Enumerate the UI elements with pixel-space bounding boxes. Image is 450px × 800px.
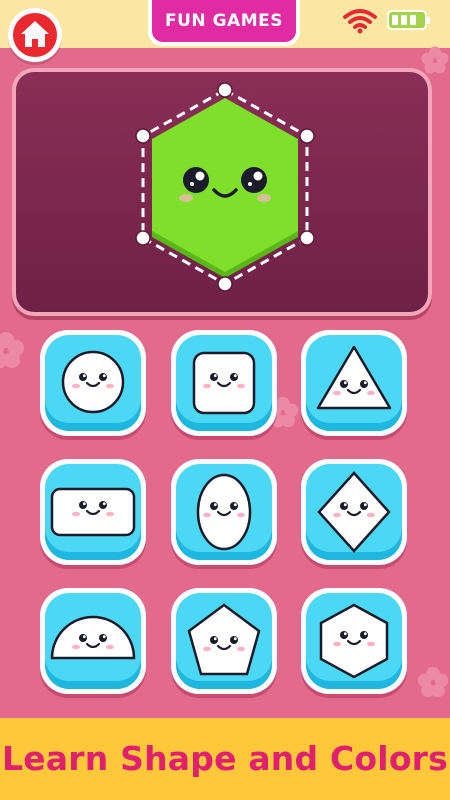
flower-decoration-top <box>421 46 449 74</box>
shape-option-diamond[interactable] <box>301 459 407 565</box>
square-shape-icon <box>192 351 256 415</box>
flower-decoration-bottom <box>417 666 449 698</box>
triangle-shape-icon <box>316 345 392 410</box>
caption-banner: Learn Shape and Colors <box>0 718 450 800</box>
hexagon-shape-icon <box>319 603 389 679</box>
diamond-shape-icon <box>317 471 391 553</box>
pentagon-shape-icon <box>187 603 261 676</box>
shape-option-oval[interactable] <box>171 459 277 565</box>
home-button-face <box>13 13 57 57</box>
shape-option-triangle[interactable] <box>301 330 407 436</box>
shape-option-hexagon[interactable] <box>301 588 407 694</box>
battery-icon <box>387 10 430 30</box>
title-pill: FUN GAMES <box>148 0 300 46</box>
page-title: FUN GAMES <box>152 0 296 42</box>
shape-option-rectangle[interactable] <box>40 459 146 565</box>
oval-shape-icon <box>196 473 252 551</box>
shape-option-square[interactable] <box>171 330 277 436</box>
target-hexagon[interactable] <box>16 72 428 312</box>
shape-option-semicircle[interactable] <box>40 588 146 694</box>
shape-option-pentagon[interactable] <box>171 588 277 694</box>
flower-decoration-left <box>0 332 24 368</box>
wifi-icon <box>343 9 377 34</box>
caption-text: Learn Shape and Colors <box>1 739 449 778</box>
shape-option-circle[interactable] <box>40 330 146 436</box>
semicircle-shape-icon <box>50 615 136 660</box>
rectangle-shape-icon <box>50 487 136 537</box>
home-button[interactable] <box>8 8 62 62</box>
home-icon <box>21 21 49 47</box>
puzzle-panel <box>16 72 428 312</box>
circle-shape-icon <box>61 350 125 414</box>
